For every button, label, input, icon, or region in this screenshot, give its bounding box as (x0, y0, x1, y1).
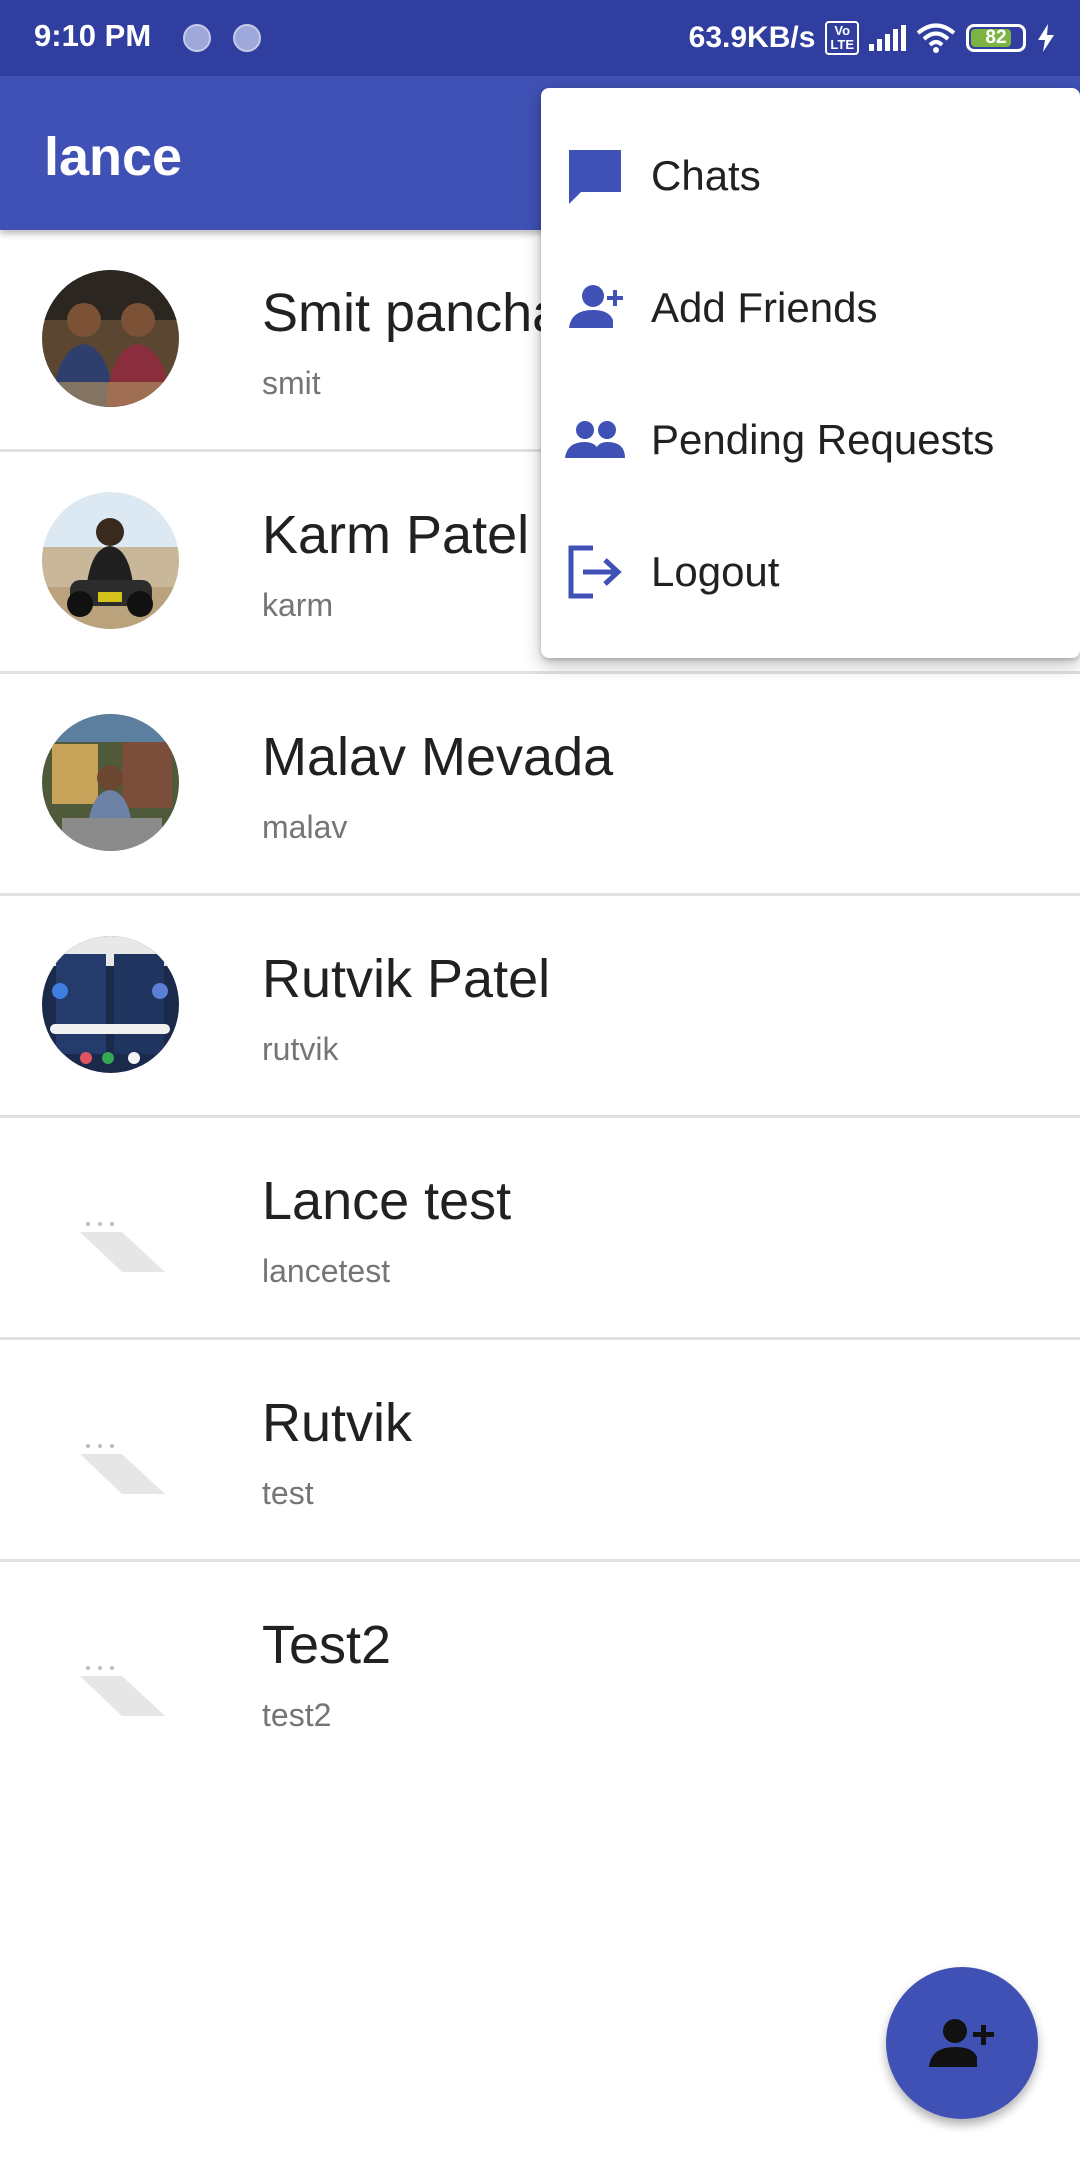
volte-bottom-label: LTE (830, 37, 854, 52)
contact-username: karm (262, 587, 334, 623)
avatar (42, 270, 179, 407)
contact-name: Rutvik (262, 1393, 413, 1453)
network-speed: 63.9KB/s (688, 21, 816, 54)
status-bar: 9:10 PM 63.9KB/s Vo LTE 82 (0, 0, 1080, 76)
contact-row[interactable]: Malav Mevada malav (0, 674, 1080, 896)
logout-icon (568, 545, 622, 599)
menu-item-add-friends[interactable]: Add Friends (541, 242, 1080, 374)
menu-item-label: Pending Requests (651, 416, 995, 463)
status-icons: 63.9KB/s Vo LTE 82 (689, 16, 1056, 60)
contact-name: Lance test (262, 1171, 512, 1231)
menu-item-chats[interactable]: Chats (541, 110, 1080, 242)
contact-name: Karm Patel (262, 505, 530, 565)
add-friend-fab[interactable] (886, 1967, 1038, 2119)
contact-row[interactable]: Rutvik test (0, 1340, 1080, 1562)
menu-item-label: Logout (651, 548, 780, 595)
contact-row[interactable]: Test2 test2 (0, 1562, 1080, 1784)
battery-level: 82 (985, 27, 1007, 48)
contact-row[interactable]: Rutvik Patel rutvik (0, 896, 1080, 1118)
volte-top-label: Vo (834, 23, 851, 38)
contact-username: lancetest (262, 1253, 391, 1289)
menu-item-label: Chats (651, 152, 761, 199)
contact-name: Smit pancha (262, 283, 563, 343)
contact-username: malav (262, 809, 348, 845)
notification-dot-icon (183, 24, 211, 52)
chat-icon (569, 150, 621, 204)
volte-icon: Vo LTE (825, 21, 859, 55)
overflow-menu: Chats Add Friends Pending Requests Logou… (541, 88, 1080, 658)
contact-row[interactable]: Lance test lancetest (0, 1118, 1080, 1340)
avatar (42, 492, 179, 629)
avatar (42, 936, 179, 1073)
charging-bolt-icon (1038, 24, 1054, 52)
battery-icon: 82 (966, 24, 1026, 52)
menu-item-label: Add Friends (651, 284, 878, 331)
notification-dot-icon (233, 24, 261, 52)
avatar (42, 714, 179, 851)
person-add-icon (569, 285, 623, 328)
contact-username: test2 (262, 1697, 332, 1733)
signal-icon (869, 25, 906, 51)
contact-username: rutvik (262, 1031, 339, 1067)
app-title: lance (44, 127, 183, 187)
contact-name: Test2 (262, 1615, 392, 1675)
people-icon (565, 421, 625, 458)
avatar-placeholder-icon (80, 1666, 165, 1716)
person-add-icon (929, 2019, 994, 2067)
menu-item-logout[interactable]: Logout (541, 506, 1080, 638)
status-time: 9:10 PM (34, 18, 152, 53)
contact-name: Malav Mevada (262, 727, 614, 787)
menu-item-pending-requests[interactable]: Pending Requests (541, 374, 1080, 506)
contact-username: test (262, 1475, 314, 1511)
avatar-placeholder-icon (80, 1222, 165, 1272)
wifi-icon (916, 23, 956, 53)
avatar-placeholder-icon (80, 1444, 165, 1494)
contact-username: smit (262, 365, 321, 401)
contact-name: Rutvik Patel (262, 949, 551, 1009)
